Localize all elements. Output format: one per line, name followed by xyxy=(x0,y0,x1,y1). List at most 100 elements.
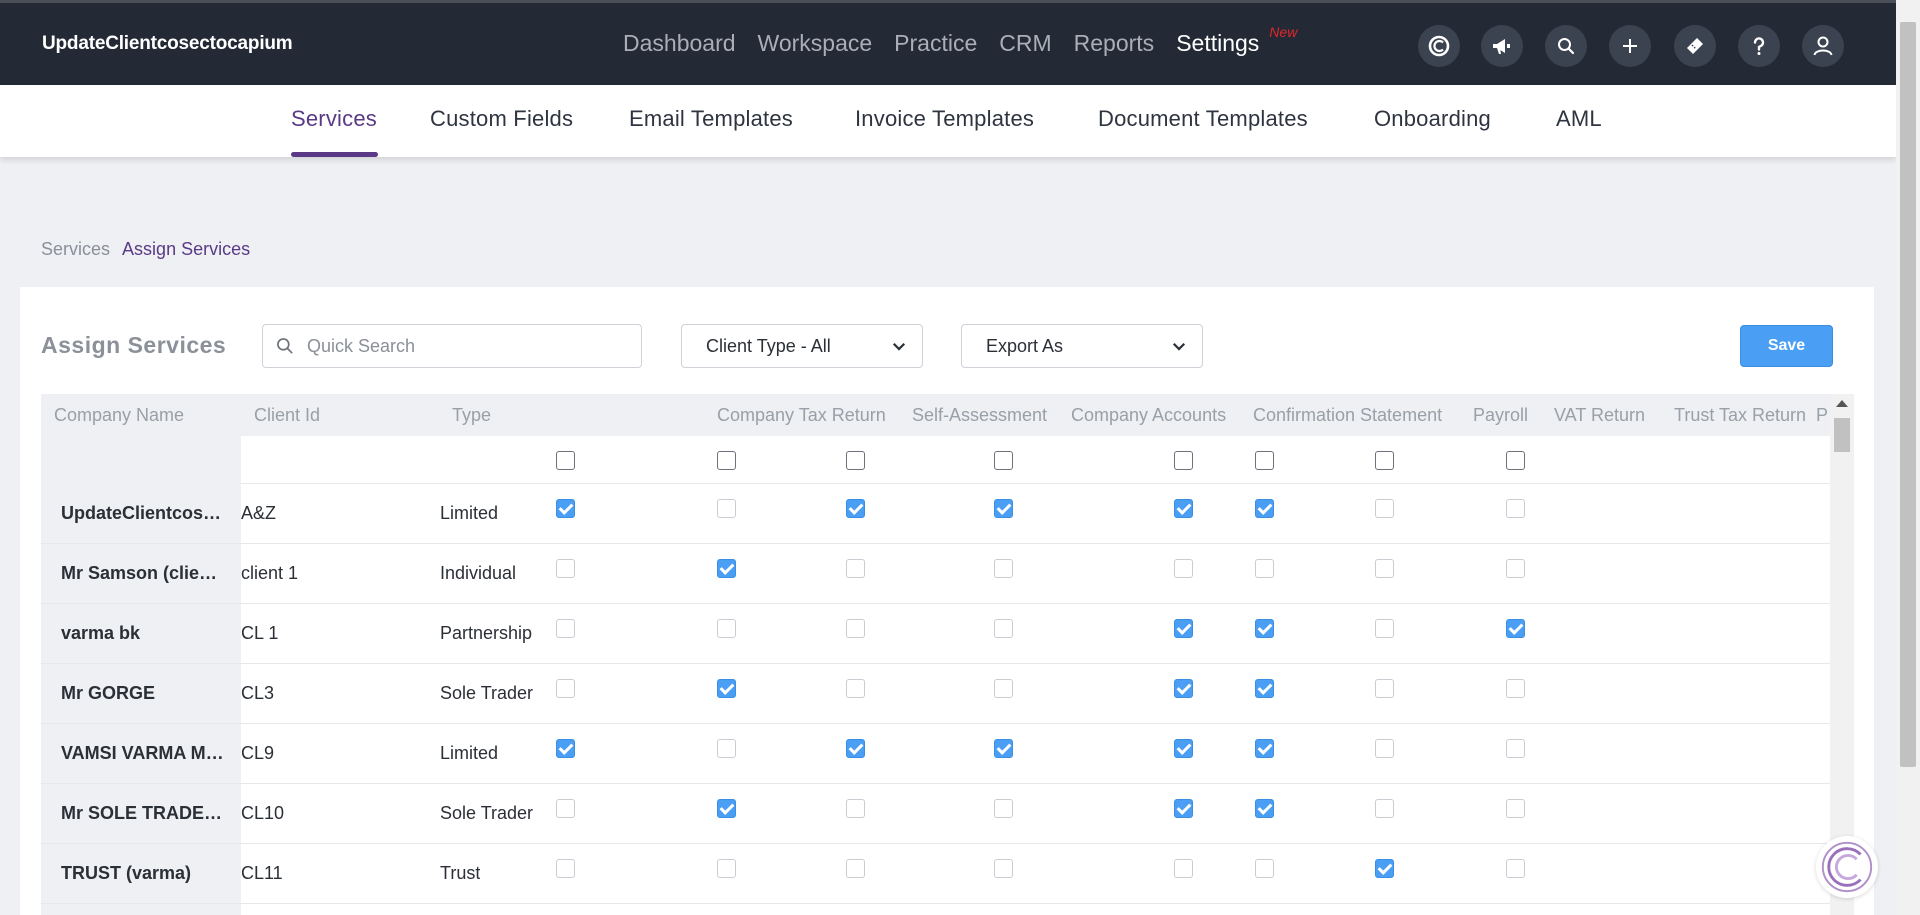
self-assessment-checkbox[interactable] xyxy=(717,799,736,818)
company-tax-return-checkbox[interactable] xyxy=(556,559,575,578)
company-name-cell[interactable]: Mr GORGE xyxy=(61,683,226,704)
brand-name[interactable]: UpdateClientcosectocapium xyxy=(42,33,293,55)
breadcrumb-services[interactable]: Services xyxy=(41,239,110,259)
trust-tax-return-checkbox[interactable] xyxy=(1375,859,1394,878)
quick-search[interactable] xyxy=(262,324,642,368)
p-checkbox[interactable] xyxy=(1506,559,1525,578)
tab-email-templates[interactable]: Email Templates xyxy=(629,106,793,132)
confirmation-statement-checkbox[interactable] xyxy=(994,619,1013,638)
trust-tax-return-checkbox[interactable] xyxy=(1375,499,1394,518)
confirmation-statement-checkbox[interactable] xyxy=(994,739,1013,758)
plus-icon[interactable] xyxy=(1609,25,1651,67)
col-trust-tax-return[interactable]: Trust Tax Return xyxy=(1674,405,1806,426)
confirmation-statement-checkbox[interactable] xyxy=(994,859,1013,878)
company-accounts-checkbox[interactable] xyxy=(846,499,865,518)
company-accounts-checkbox[interactable] xyxy=(846,859,865,878)
tab-services[interactable]: Services xyxy=(291,106,377,132)
nav-workspace[interactable]: Workspace xyxy=(758,30,873,57)
col-type[interactable]: Type xyxy=(452,405,491,426)
p-checkbox[interactable] xyxy=(1506,499,1525,518)
nav-dashboard[interactable]: Dashboard xyxy=(623,30,736,57)
col-confirmation-statement[interactable]: Confirmation Statement xyxy=(1253,405,1442,426)
company-tax-return-checkbox[interactable] xyxy=(556,619,575,638)
tab-document-templates[interactable]: Document Templates xyxy=(1098,106,1308,132)
payroll-checkbox[interactable] xyxy=(1174,859,1193,878)
scroll-up-arrow[interactable] xyxy=(1836,400,1848,407)
vat-return-checkbox[interactable] xyxy=(1255,859,1274,878)
select-all-company-tax-return-checkbox[interactable] xyxy=(556,451,575,470)
p-checkbox[interactable] xyxy=(1506,859,1525,878)
confirmation-statement-checkbox[interactable] xyxy=(994,679,1013,698)
select-all-vat-return-checkbox[interactable] xyxy=(1255,451,1274,470)
p-checkbox[interactable] xyxy=(1506,739,1525,758)
self-assessment-checkbox[interactable] xyxy=(717,619,736,638)
company-name-cell[interactable]: Mr Samson (client 1) xyxy=(61,563,226,584)
col-payroll[interactable]: Payroll xyxy=(1473,405,1528,426)
help-icon[interactable] xyxy=(1738,25,1780,67)
confirmation-statement-checkbox[interactable] xyxy=(994,559,1013,578)
p-checkbox[interactable] xyxy=(1506,679,1525,698)
nav-reports[interactable]: Reports xyxy=(1074,30,1155,57)
company-tax-return-checkbox[interactable] xyxy=(556,739,575,758)
col-company-tax-return[interactable]: Company Tax Return xyxy=(717,405,886,426)
self-assessment-checkbox[interactable] xyxy=(717,859,736,878)
company-name-cell[interactable]: Mr SOLE TRADER (varma) xyxy=(61,803,226,824)
select-all-confirmation-statement-checkbox[interactable] xyxy=(994,451,1013,470)
page-scroll-thumb[interactable] xyxy=(1900,22,1916,767)
trust-tax-return-checkbox[interactable] xyxy=(1375,799,1394,818)
tab-onboarding[interactable]: Onboarding xyxy=(1374,106,1491,132)
vat-return-checkbox[interactable] xyxy=(1255,799,1274,818)
company-name-cell[interactable]: varma bk xyxy=(61,623,226,644)
vat-return-checkbox[interactable] xyxy=(1255,559,1274,578)
trust-tax-return-checkbox[interactable] xyxy=(1375,559,1394,578)
nav-settings[interactable]: Settings xyxy=(1176,30,1259,57)
user-icon[interactable] xyxy=(1802,25,1844,67)
tab-custom-fields[interactable]: Custom Fields xyxy=(430,106,573,132)
p-checkbox[interactable] xyxy=(1506,619,1525,638)
select-all-self-assessment-checkbox[interactable] xyxy=(717,451,736,470)
company-name-cell[interactable]: UpdateClientcosectocapium xyxy=(61,503,226,524)
vat-return-checkbox[interactable] xyxy=(1255,499,1274,518)
company-accounts-checkbox[interactable] xyxy=(846,739,865,758)
page-scrollbar[interactable] xyxy=(1896,0,1920,915)
vat-return-checkbox[interactable] xyxy=(1255,739,1274,758)
confirmation-statement-checkbox[interactable] xyxy=(994,799,1013,818)
p-checkbox[interactable] xyxy=(1506,799,1525,818)
select-all-p-checkbox[interactable] xyxy=(1506,451,1525,470)
company-accounts-checkbox[interactable] xyxy=(846,679,865,698)
company-accounts-checkbox[interactable] xyxy=(846,799,865,818)
select-all-trust-tax-return-checkbox[interactable] xyxy=(1375,451,1394,470)
client-type-dropdown[interactable]: Client Type - All xyxy=(681,324,923,368)
payroll-checkbox[interactable] xyxy=(1174,499,1193,518)
col-company-name[interactable]: Company Name xyxy=(54,405,184,426)
tab-aml[interactable]: AML xyxy=(1556,106,1602,132)
self-assessment-checkbox[interactable] xyxy=(717,679,736,698)
quick-search-input[interactable] xyxy=(307,335,617,357)
payroll-checkbox[interactable] xyxy=(1174,799,1193,818)
trust-tax-return-checkbox[interactable] xyxy=(1375,619,1394,638)
company-tax-return-checkbox[interactable] xyxy=(556,859,575,878)
col-self-assessment[interactable]: Self-Assessment xyxy=(912,405,1047,426)
payroll-checkbox[interactable] xyxy=(1174,619,1193,638)
self-assessment-checkbox[interactable] xyxy=(717,499,736,518)
select-all-payroll-checkbox[interactable] xyxy=(1174,451,1193,470)
company-name-cell[interactable]: VAMSI VARMA MURTHY xyxy=(61,743,226,764)
company-accounts-checkbox[interactable] xyxy=(846,619,865,638)
table-scroll-thumb[interactable] xyxy=(1834,418,1850,452)
payroll-checkbox[interactable] xyxy=(1174,559,1193,578)
nav-practice[interactable]: Practice xyxy=(894,30,977,57)
self-assessment-checkbox[interactable] xyxy=(717,559,736,578)
company-tax-return-checkbox[interactable] xyxy=(556,679,575,698)
company-name-cell[interactable]: TRUST (varma) xyxy=(61,863,226,884)
col-vat-return[interactable]: VAT Return xyxy=(1554,405,1645,426)
trust-tax-return-checkbox[interactable] xyxy=(1375,739,1394,758)
tab-invoice-templates[interactable]: Invoice Templates xyxy=(855,106,1034,132)
vat-return-checkbox[interactable] xyxy=(1255,679,1274,698)
company-accounts-checkbox[interactable] xyxy=(846,559,865,578)
payroll-checkbox[interactable] xyxy=(1174,679,1193,698)
company-tax-return-checkbox[interactable] xyxy=(556,499,575,518)
save-button[interactable]: Save xyxy=(1740,325,1833,367)
self-assessment-checkbox[interactable] xyxy=(717,739,736,758)
payroll-checkbox[interactable] xyxy=(1174,739,1193,758)
ticket-icon[interactable] xyxy=(1674,25,1716,67)
